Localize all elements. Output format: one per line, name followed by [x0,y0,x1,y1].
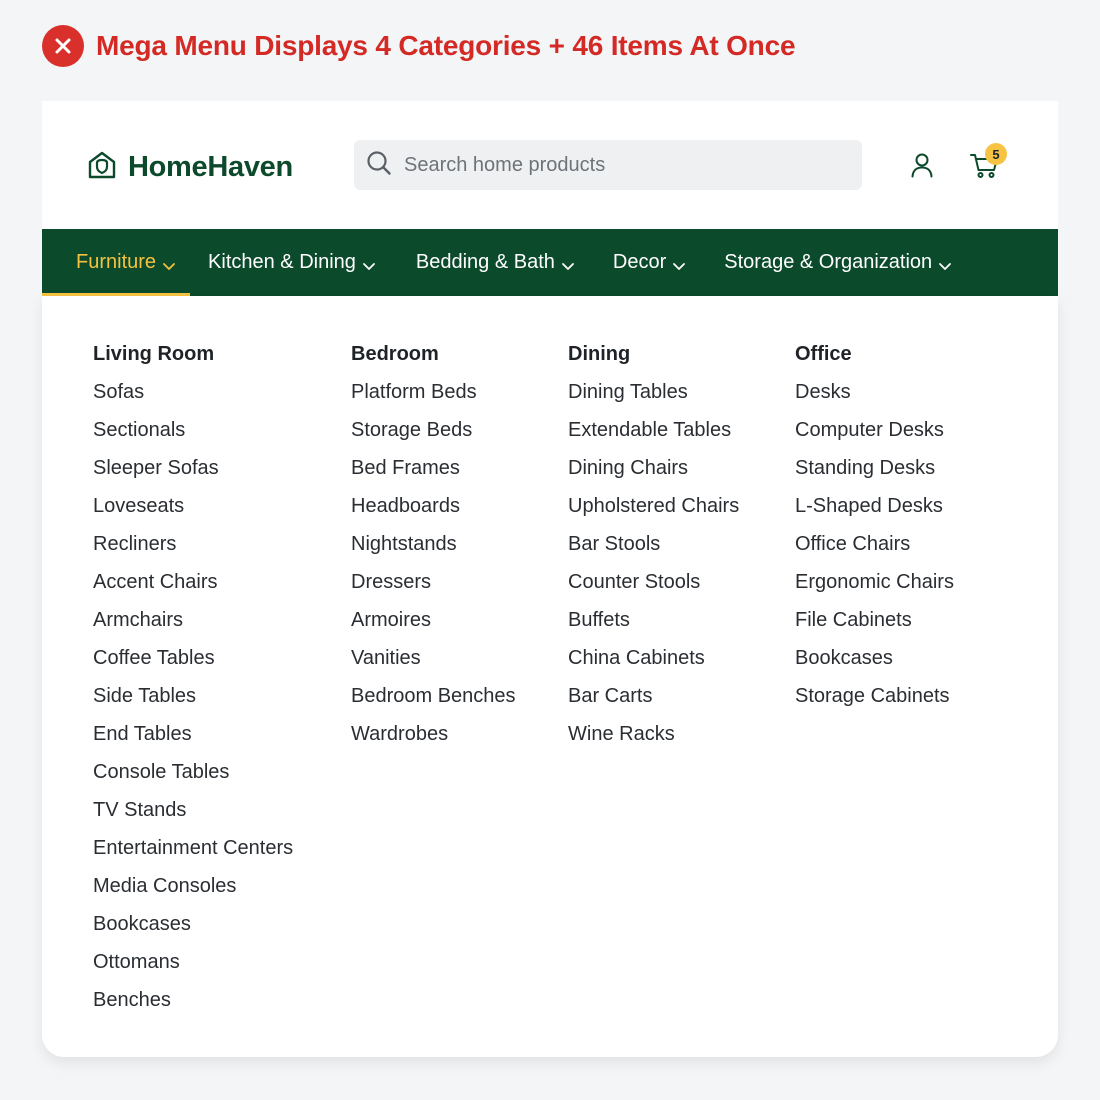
house-shield-icon [86,149,118,186]
column-heading[interactable]: Office [795,342,954,380]
menu-link[interactable]: Loveseats [93,494,293,532]
menu-link[interactable]: Upholstered Chairs [568,494,739,532]
menu-link[interactable]: Dressers [351,570,516,608]
menu-link[interactable]: Ergonomic Chairs [795,570,954,608]
menu-link[interactable]: Coffee Tables [93,646,293,684]
menu-link[interactable]: Counter Stools [568,570,739,608]
nav-item-kitchen-dining[interactable]: Kitchen & Dining [194,229,390,296]
chevron-down-icon [162,256,176,270]
mega-menu-panel: Living Room Sofas Sectionals Sleeper Sofas… [42,296,1058,1057]
category-nav: Furniture Kitchen & Dining Bedding & Bat… [42,229,1058,296]
column-list: Sofas Sectionals Sleeper Sofas Loveseats Rec… [93,380,293,1026]
search-bar[interactable] [354,140,862,190]
menu-link[interactable]: Storage Beds [351,418,516,456]
nav-label: Furniture [76,251,157,273]
column-heading[interactable]: Living Room [93,342,293,380]
nav-label: Kitchen & Dining [208,251,356,273]
menu-link[interactable]: Armoires [351,608,516,646]
nav-item-furniture[interactable]: Furniture [42,229,191,296]
menu-link[interactable]: Vanities [351,646,516,684]
menu-link[interactable]: Benches [93,988,293,1026]
nav-label: Storage & Organization [724,251,933,273]
nav-item-decor[interactable]: Decor [599,229,700,296]
menu-link[interactable]: Buffets [568,608,739,646]
verdict-title: Mega Menu Displays 4 Categories + 46 Ite… [96,30,796,61]
menu-link[interactable]: Headboards [351,494,516,532]
search-input[interactable] [404,153,844,177]
cart-count-badge: 5 [985,143,1007,165]
chevron-down-icon [561,256,575,270]
chevron-down-icon [362,256,376,270]
menu-link[interactable]: China Cabinets [568,646,739,684]
menu-link[interactable]: L-Shaped Desks [795,494,954,532]
menu-link[interactable]: Bar Stools [568,532,739,570]
menu-link[interactable]: Bed Frames [351,456,516,494]
menu-link[interactable]: Wardrobes [351,722,516,760]
site-frame: HomeHaven 5 [42,101,1058,1057]
brand-logo[interactable]: HomeHaven [86,149,293,186]
close-circle-icon [42,25,84,67]
menu-link[interactable]: Standing Desks [795,456,954,494]
user-icon[interactable] [908,151,936,179]
site-header: HomeHaven 5 [42,101,1058,229]
menu-link[interactable]: Bookcases [795,646,954,684]
menu-link[interactable]: Ottomans [93,950,293,988]
menu-link[interactable]: Entertainment Centers [93,836,293,874]
menu-link[interactable]: TV Stands [93,798,293,836]
brand-name: HomeHaven [128,151,293,183]
search-icon [366,150,392,181]
menu-link[interactable]: Office Chairs [795,532,954,570]
menu-link[interactable]: Desks [795,380,954,418]
nav-item-storage-organization[interactable]: Storage & Organization [710,229,966,296]
menu-column-dining: Dining Dining Tables Extendable Tables Din… [568,342,739,760]
menu-link[interactable]: Wine Racks [568,722,739,760]
column-list: Dining Tables Extendable Tables Dining Cha… [568,380,739,760]
menu-column-living-room: Living Room Sofas Sectionals Sleeper Sofas… [93,342,293,1026]
column-list: Desks Computer Desks Standing Desks L-Shape… [795,380,954,722]
menu-link[interactable]: Console Tables [93,760,293,798]
menu-link[interactable]: Sectionals [93,418,293,456]
menu-link[interactable]: Recliners [93,532,293,570]
menu-link[interactable]: Armchairs [93,608,293,646]
menu-link[interactable]: Sofas [93,380,293,418]
menu-column-office: Office Desks Computer Desks Standing Desks… [795,342,954,722]
menu-link[interactable]: Computer Desks [795,418,954,456]
menu-link[interactable]: Bookcases [93,912,293,950]
menu-link[interactable]: Nightstands [351,532,516,570]
menu-link[interactable]: Platform Beds [351,380,516,418]
menu-link[interactable]: Media Consoles [93,874,293,912]
nav-label: Bedding & Bath [415,251,555,273]
column-heading[interactable]: Dining [568,342,739,380]
column-heading[interactable]: Bedroom [351,342,516,380]
chevron-down-icon [672,256,686,270]
nav-item-bedding-bath[interactable]: Bedding & Bath [402,229,589,296]
verdict-banner: Mega Menu Displays 4 Categories + 46 Ite… [42,25,796,67]
menu-link[interactable]: File Cabinets [795,608,954,646]
menu-link[interactable]: Side Tables [93,684,293,722]
menu-link[interactable]: End Tables [93,722,293,760]
column-list: Platform Beds Storage Beds Bed Frames Headb… [351,380,516,760]
menu-link[interactable]: Accent Chairs [93,570,293,608]
menu-link[interactable]: Dining Tables [568,380,739,418]
chevron-down-icon [938,256,952,270]
menu-column-bedroom: Bedroom Platform Beds Storage Beds Bed Fra… [351,342,516,760]
menu-link[interactable]: Sleeper Sofas [93,456,293,494]
menu-link[interactable]: Bar Carts [568,684,739,722]
menu-link[interactable]: Storage Cabinets [795,684,954,722]
menu-link[interactable]: Extendable Tables [568,418,739,456]
nav-label: Decor [612,251,667,273]
menu-link[interactable]: Bedroom Benches [351,684,516,722]
menu-link[interactable]: Dining Chairs [568,456,739,494]
